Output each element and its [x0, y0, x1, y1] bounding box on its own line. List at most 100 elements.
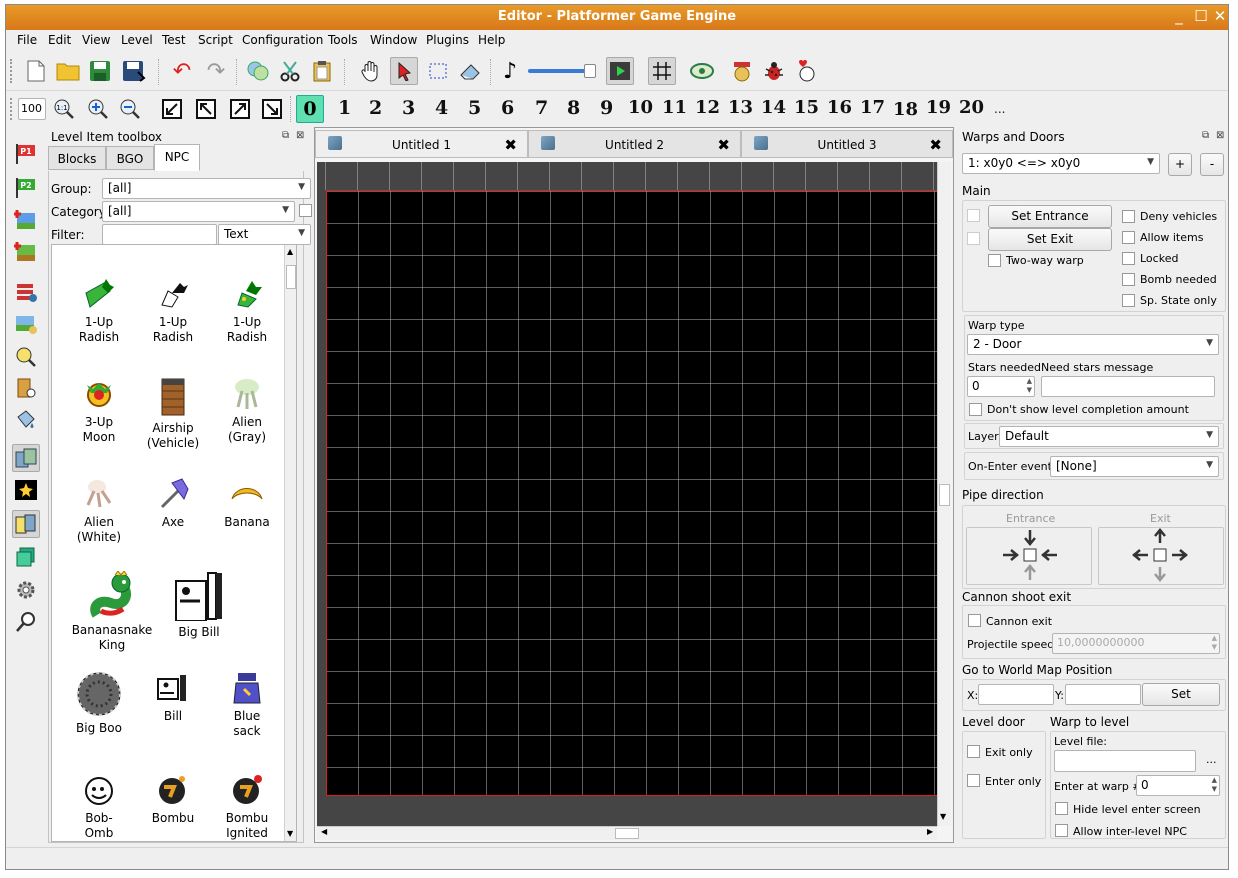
layer-7-button[interactable]: 7 [535, 97, 548, 119]
zoom-input[interactable]: 100 [18, 98, 46, 120]
menu-help[interactable]: Help [478, 33, 505, 47]
locked-checkbox[interactable] [1122, 252, 1135, 265]
menu-edit[interactable]: Edit [48, 33, 71, 47]
zoom-out-icon[interactable] [116, 95, 144, 123]
canvas-vertical-scrollbar[interactable]: ▼ [937, 162, 951, 826]
player2-flag-icon[interactable]: P2 [12, 174, 40, 202]
menu-tools[interactable]: Tools [328, 33, 358, 47]
select-cursor-icon[interactable] [390, 57, 418, 85]
copy-icon[interactable] [244, 57, 272, 85]
stars-needed-spinbox[interactable]: 0 ▲ ▼ [967, 376, 1035, 397]
npc-item[interactable]: Bill [136, 671, 210, 724]
selection-rect-icon[interactable] [424, 57, 452, 85]
events-icon[interactable] [12, 476, 40, 504]
close-icon[interactable]: ⊠ [296, 130, 304, 141]
category-select[interactable]: [all] ▼ [102, 201, 295, 222]
entrance-direction-pad[interactable] [966, 527, 1092, 585]
category-checkbox[interactable] [299, 204, 312, 217]
warp-type-select[interactable]: 2 - Door ▼ [967, 334, 1219, 355]
resize-top-right-icon[interactable] [226, 95, 254, 123]
menu-script[interactable]: Script [198, 33, 233, 47]
toolbar-grip[interactable] [10, 98, 14, 120]
npc-item[interactable]: 1-Up Radish [62, 277, 136, 345]
menu-window[interactable]: Window [370, 33, 417, 47]
layer-15-button[interactable]: 15 [794, 97, 819, 118]
npc-item[interactable]: 3-Up Moon [62, 377, 136, 445]
fill-bucket-icon[interactable] [12, 406, 40, 434]
layer-14-button[interactable]: 14 [761, 97, 786, 118]
filter-input[interactable] [102, 224, 217, 245]
warp-select[interactable]: 1: x0y0 <=> x0y0 ▼ [962, 153, 1160, 174]
browse-level-button[interactable]: ... [1206, 753, 1217, 766]
zoom-reset-icon[interactable]: 1:1 [50, 95, 78, 123]
resize-bottom-left-icon[interactable] [158, 95, 186, 123]
remove-warp-button[interactable]: - [1200, 153, 1224, 176]
door-search-icon[interactable] [12, 374, 40, 402]
level-canvas[interactable] [317, 162, 937, 826]
close-tab-icon[interactable]: ✖ [929, 136, 942, 154]
gear-icon[interactable] [12, 576, 40, 604]
layer-11-button[interactable]: 11 [662, 97, 687, 118]
exit-checkbox[interactable] [967, 232, 980, 245]
menu-view[interactable]: View [82, 33, 110, 47]
scrollbar-thumb[interactable] [615, 828, 639, 839]
canvas-horizontal-scrollbar[interactable]: ◀ ▶ [317, 826, 937, 840]
npc-item[interactable]: 1-Up Radish [210, 277, 284, 345]
tab-bgo[interactable]: BGO [106, 146, 154, 170]
npc-item[interactable]: Bob- Omb [62, 773, 136, 841]
layer-8-button[interactable]: 8 [567, 97, 580, 119]
npc-item[interactable]: Alien (Gray) [210, 377, 284, 445]
exit-only-checkbox[interactable] [967, 745, 980, 758]
tab-untitled-3[interactable]: Untitled 3 ✖ [741, 130, 953, 158]
scroll-right-icon[interactable]: ▶ [927, 827, 933, 836]
menu-plugins[interactable]: Plugins [426, 33, 469, 47]
resize-bottom-right-icon[interactable] [258, 95, 286, 123]
set-world-map-button[interactable]: Set [1142, 683, 1220, 706]
npc-list-scrollbar[interactable]: ▲ ▼ [284, 245, 296, 841]
layer-18-button[interactable]: 18 [893, 99, 918, 120]
npc-item[interactable]: Banana [210, 477, 284, 530]
add-section-grass-icon[interactable] [12, 238, 40, 266]
section-properties-icon[interactable] [12, 278, 40, 306]
search-icon[interactable] [12, 608, 40, 636]
filter-mode-select[interactable]: Text ▼ [218, 224, 311, 245]
layer-20-button[interactable]: 20 [959, 97, 984, 118]
enter-only-checkbox[interactable] [967, 774, 980, 787]
enter-at-warp-spinbox[interactable]: 0 ▲ ▼ [1136, 775, 1220, 796]
volume-slider-handle[interactable] [584, 64, 596, 78]
add-warp-button[interactable]: + [1168, 153, 1192, 176]
eraser-icon[interactable] [456, 57, 484, 85]
new-file-icon[interactable] [22, 57, 50, 85]
tab-untitled-2[interactable]: Untitled 2 ✖ [528, 130, 741, 158]
maximize-button[interactable]: ☐ [1193, 8, 1209, 24]
layer-3-button[interactable]: 3 [402, 97, 415, 119]
on-enter-event-select[interactable]: [None] ▼ [1050, 456, 1219, 477]
more-layers-button[interactable]: ... [994, 102, 1005, 116]
level-background-icon[interactable] [12, 310, 40, 338]
two-way-checkbox[interactable] [988, 254, 1001, 267]
toolbar-grip[interactable] [10, 59, 14, 83]
scroll-left-icon[interactable]: ◀ [321, 827, 327, 836]
layer-16-button[interactable]: 16 [827, 97, 852, 118]
float-icon[interactable]: ⧉ [1202, 130, 1209, 141]
layer-19-button[interactable]: 19 [926, 97, 951, 118]
npc-item[interactable]: Bombu [136, 773, 210, 826]
undo-icon[interactable]: ↶ [168, 57, 196, 85]
exit-direction-pad[interactable] [1098, 527, 1224, 585]
zoom-in-icon[interactable] [84, 95, 112, 123]
music-note-icon[interactable]: ♪ [496, 57, 524, 85]
layer-4-button[interactable]: 4 [435, 97, 448, 119]
menu-configuration[interactable]: Configuration [242, 33, 323, 47]
close-tab-icon[interactable]: ✖ [504, 136, 517, 154]
scrollbar-thumb[interactable] [286, 265, 296, 289]
npc-item[interactable]: Blue sack [210, 671, 284, 739]
hand-scroll-icon[interactable] [356, 57, 384, 85]
world-map-x-input[interactable] [978, 684, 1054, 705]
close-icon[interactable]: ⊠ [1216, 130, 1224, 141]
paste-icon[interactable] [308, 57, 336, 85]
deny-vehicles-checkbox[interactable] [1122, 210, 1135, 223]
player1-flag-icon[interactable]: P1 [12, 140, 40, 168]
layer-0-button[interactable]: 0 [296, 95, 324, 123]
cut-icon[interactable] [276, 57, 304, 85]
layer-10-button[interactable]: 10 [628, 97, 653, 118]
